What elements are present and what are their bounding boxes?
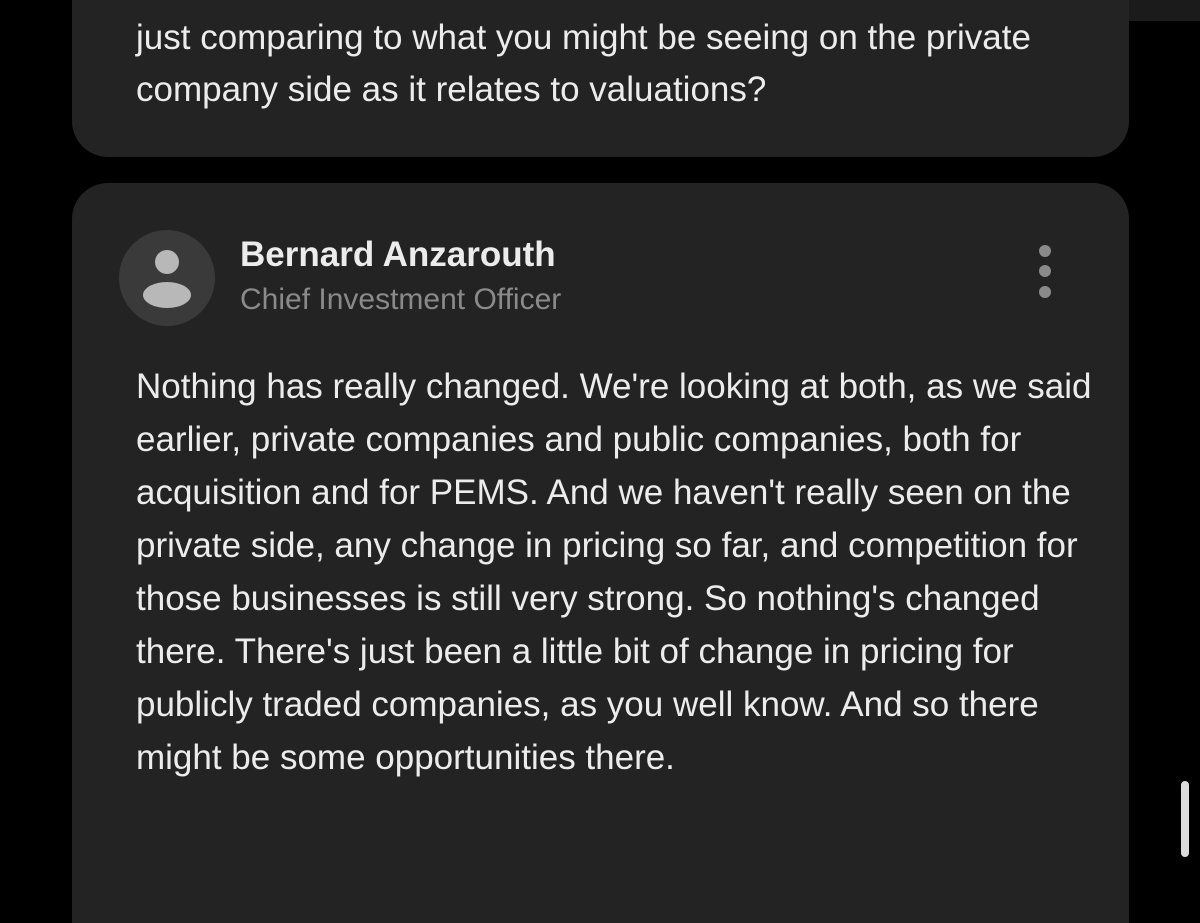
scrollbar-thumb[interactable] (1181, 781, 1189, 857)
answer-card: Bernard Anzarouth Chief Investment Offic… (72, 183, 1129, 923)
person-icon-body (143, 282, 191, 308)
more-options-button[interactable] (1030, 241, 1060, 301)
transcript-view: just comparing to what you might be seei… (0, 0, 1200, 923)
answer-text: Nothing has really changed. We're lookin… (136, 367, 1092, 777)
question-card: just comparing to what you might be seei… (72, 0, 1129, 157)
person-icon-head (155, 250, 179, 274)
more-vertical-icon-dot (1039, 265, 1051, 277)
speaker-name: Bernard Anzarouth (240, 235, 556, 274)
question-text: just comparing to what you might be seei… (136, 18, 1031, 109)
speaker-title: Chief Investment Officer (240, 283, 562, 316)
avatar (119, 230, 215, 326)
more-vertical-icon-dot (1039, 245, 1051, 257)
more-vertical-icon-dot (1039, 286, 1051, 298)
